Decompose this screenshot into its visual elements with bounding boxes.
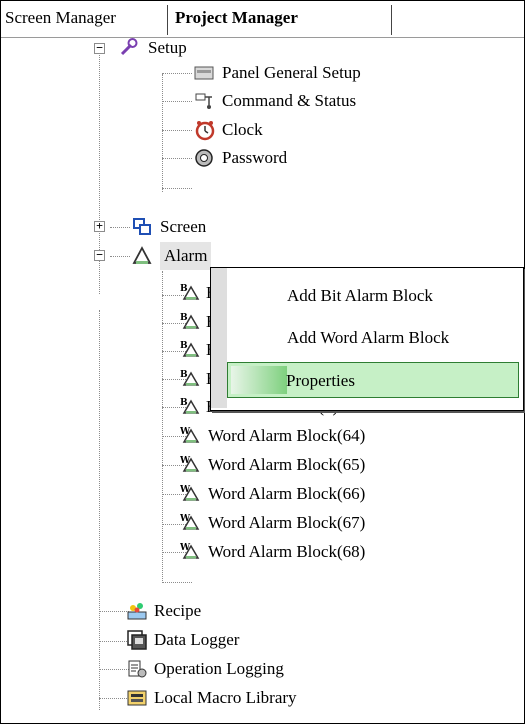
tree-item-panel-general-setup[interactable]: Panel General Setup (194, 59, 424, 87)
data-logger-icon (127, 630, 147, 650)
tree-item-local-macro-library[interactable]: Local Macro Library (126, 684, 406, 712)
bit-alarm-icon: B (180, 313, 200, 329)
tree-item-data-logger[interactable]: Data Logger (126, 626, 326, 654)
tree-line (99, 310, 100, 710)
password-icon (195, 149, 213, 167)
alarm-icon (132, 246, 152, 264)
tree-label: Local Macro Library (154, 688, 297, 707)
panel-icon (194, 66, 214, 80)
tree-item-password[interactable]: Password (194, 144, 354, 172)
tree-line (110, 256, 130, 257)
tree-label: Word Alarm Block(66) (208, 484, 366, 503)
wrench-icon (120, 38, 138, 56)
tree-item-setup[interactable]: Setup (118, 34, 258, 62)
svg-text:B: B (180, 284, 188, 294)
tree-line (99, 698, 129, 699)
menu-item-label: Add Bit Alarm Block (287, 286, 433, 305)
tree-item-recipe[interactable]: Recipe (126, 597, 286, 625)
svg-text:B: B (180, 370, 188, 380)
bit-alarm-icon: B (180, 284, 200, 300)
tree-label: Operation Logging (154, 659, 284, 678)
word-alarm-icon: W (180, 543, 200, 559)
word-alarm-icon: W (180, 514, 200, 530)
tree-label: Word Alarm Block(68) (208, 542, 366, 561)
menu-item-label: Properties (286, 371, 355, 390)
svg-text:B: B (180, 398, 188, 408)
collapse-setup-toggle[interactable]: − (94, 42, 105, 54)
tree-item-word-alarm-block[interactable]: W Word Alarm Block(64) (180, 422, 480, 450)
bit-alarm-icon: B (180, 398, 200, 414)
tree-line (162, 271, 163, 583)
tab-screen-manager[interactable]: Screen Manager (5, 1, 116, 37)
tree-line (99, 611, 129, 612)
word-alarm-icon: W (180, 485, 200, 501)
tree-label: Setup (148, 38, 187, 57)
tree-item-clock[interactable]: Clock (194, 116, 354, 144)
tab-divider (167, 5, 168, 35)
tree-label: Screen (160, 217, 207, 236)
menu-item-label: Add Word Alarm Block (287, 328, 450, 347)
tree-line (162, 74, 163, 192)
tree-label: Panel General Setup (222, 63, 361, 82)
tree-label: Command & Status (222, 91, 357, 110)
tree-item-alarm[interactable]: Alarm (132, 242, 272, 270)
tree-line (162, 130, 192, 131)
svg-text:B: B (180, 341, 188, 351)
tab-divider (391, 5, 392, 35)
tree-label: Clock (222, 120, 263, 139)
tree-item-screen[interactable]: Screen (132, 213, 272, 241)
macro-library-icon (127, 690, 147, 706)
recipe-icon (127, 603, 147, 620)
connector-icon (195, 93, 212, 109)
tree-item-operation-logging[interactable]: Operation Logging (126, 655, 386, 683)
svg-text:B: B (180, 313, 188, 323)
tree-label: Recipe (154, 601, 202, 620)
tree-line (162, 582, 192, 583)
collapse-alarm-toggle[interactable]: − (94, 249, 105, 261)
tab-bar: Screen Manager Project Manager (1, 1, 524, 38)
tree-line (162, 73, 192, 74)
menu-item-add-bit-alarm-block[interactable]: Add Bit Alarm Block (211, 278, 521, 314)
tree-label: Alarm (160, 242, 212, 270)
tab-project-manager[interactable]: Project Manager (175, 1, 298, 37)
word-alarm-icon: W (180, 427, 200, 443)
tree-item-word-alarm-block[interactable]: W Word Alarm Block(68) (180, 538, 480, 566)
tree-line (99, 641, 129, 642)
tree-item-command-status[interactable]: Command & Status (194, 87, 424, 115)
tree-line (162, 101, 192, 102)
tree-item-word-alarm-block[interactable]: W Word Alarm Block(66) (180, 480, 480, 508)
tree-line (162, 158, 192, 159)
tree-item-word-alarm-block[interactable]: W Word Alarm Block(65) (180, 451, 480, 479)
tree-line (99, 669, 129, 670)
tree-label: Password (222, 148, 288, 167)
operation-logging-icon (128, 660, 147, 678)
menu-item-properties[interactable]: Properties (227, 362, 519, 398)
tree-label: Data Logger (154, 630, 240, 649)
clock-icon (195, 121, 215, 141)
expand-screen-toggle[interactable]: + (94, 220, 105, 232)
word-alarm-icon: W (180, 456, 200, 472)
context-menu: Add Bit Alarm Block Add Word Alarm Block… (210, 267, 524, 411)
tree-label: Word Alarm Block(67) (208, 513, 366, 532)
tree-label: Word Alarm Block(65) (208, 455, 366, 474)
bit-alarm-icon: B (180, 370, 200, 386)
tree-line (162, 188, 192, 189)
menu-item-add-word-alarm-block[interactable]: Add Word Alarm Block (211, 320, 521, 356)
bit-alarm-icon: B (180, 341, 200, 357)
screen-icon (133, 218, 151, 235)
menu-highlight (231, 366, 287, 394)
tree-line (110, 227, 130, 228)
tree-item-word-alarm-block[interactable]: W Word Alarm Block(67) (180, 509, 480, 537)
tree-label: Word Alarm Block(64) (208, 426, 366, 445)
